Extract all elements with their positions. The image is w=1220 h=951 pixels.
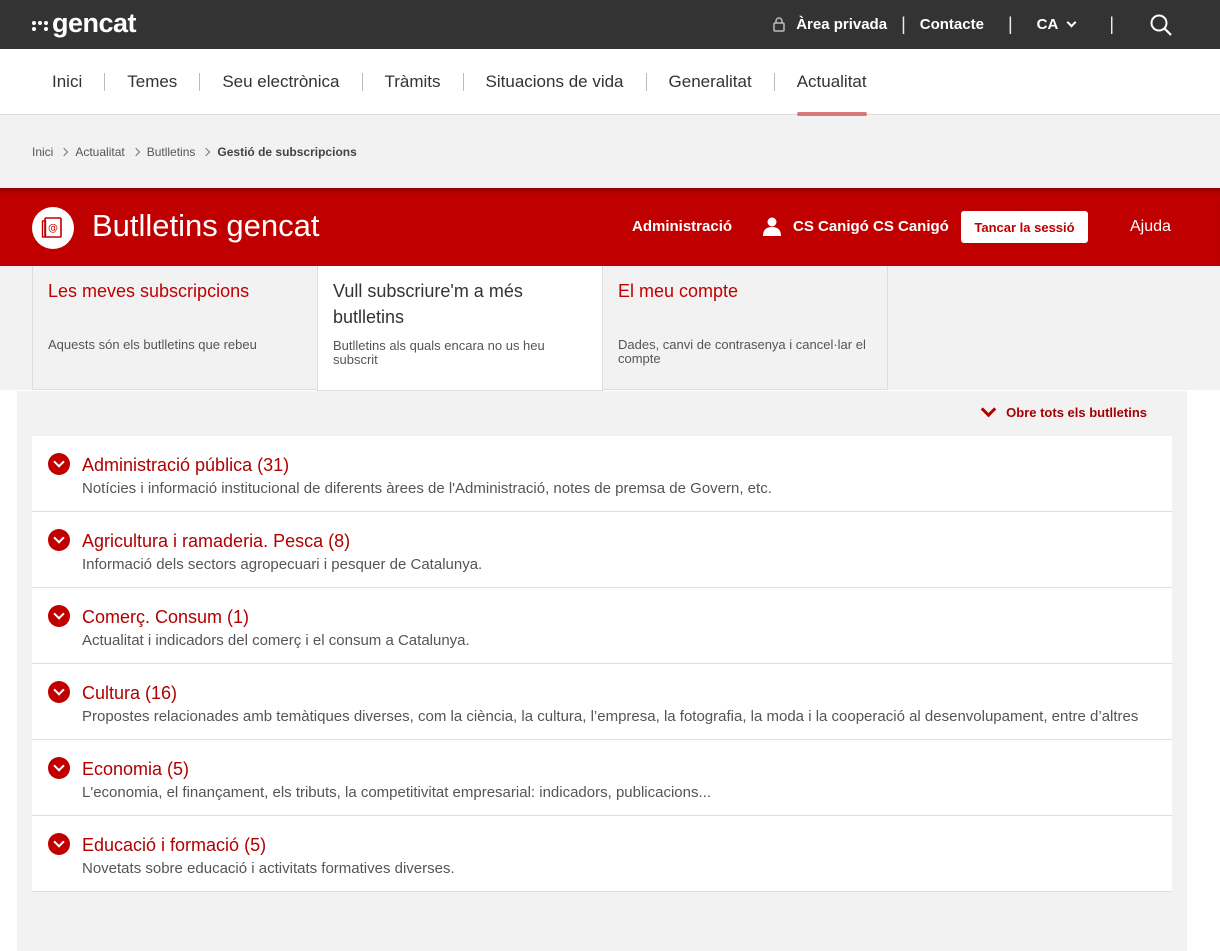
category-title[interactable]: Educació i formació (5) <box>82 833 1156 857</box>
nav-item-inici[interactable]: Inici <box>30 49 104 115</box>
separator: | <box>1007 14 1013 34</box>
contact-link[interactable]: Contacte <box>920 16 984 33</box>
top-links: Àrea privada | Contacte | CA | <box>772 0 1220 49</box>
category-item[interactable]: Administració pública (31) Notícies i in… <box>32 436 1172 512</box>
breadcrumb-actualitat[interactable]: Actualitat <box>75 145 124 159</box>
category-item[interactable]: Comerç. Consum (1) Actualitat i indicado… <box>32 588 1172 664</box>
nav-item-tramits[interactable]: Tràmits <box>363 49 463 115</box>
category-item[interactable]: Economia (5) L'economia, el finançament,… <box>32 740 1172 816</box>
tab-title: Les meves subscripcions <box>48 281 250 301</box>
expand-circle-icon[interactable] <box>48 605 70 627</box>
category-description: Propostes relacionades amb temàtiques di… <box>82 708 1139 725</box>
tab-title: Vull subscriure'm a més butlletins <box>333 281 523 327</box>
nav-item-temes[interactable]: Temes <box>105 49 199 115</box>
separator: | <box>901 14 906 34</box>
search-icon <box>1150 14 1172 36</box>
breadcrumb-inici[interactable]: Inici <box>32 145 53 159</box>
category-item[interactable]: Agricultura i ramaderia. Pesca (8) Infor… <box>32 512 1172 588</box>
language-selector[interactable]: CA <box>1036 16 1077 33</box>
chevron-down-icon <box>1066 17 1077 28</box>
category-title[interactable]: Agricultura i ramaderia. Pesca (8) <box>82 529 1156 553</box>
user-profile[interactable]: CS Canigó CS Canigó <box>762 216 949 236</box>
tab-my-subscriptions[interactable]: Les meves subscripcions Aquests són els … <box>32 266 318 390</box>
expand-circle-icon[interactable] <box>48 453 70 475</box>
administration-link[interactable]: Administració <box>632 218 732 235</box>
expand-circle-icon[interactable] <box>48 681 70 703</box>
newsletter-categories-panel: Obre tots els butlletins Administració p… <box>17 391 1187 951</box>
category-description: Informació dels sectors agropecuari i pe… <box>82 556 483 573</box>
lock-icon <box>773 17 785 32</box>
expand-all-button[interactable]: Obre tots els butlletins <box>980 401 1147 420</box>
breadcrumb-current: Gestió de subscripcions <box>217 144 357 159</box>
svg-text:@: @ <box>48 223 58 234</box>
tab-description: Aquests són els butlletins que rebeu <box>48 337 257 352</box>
expand-all-label: Obre tots els butlletins <box>1006 405 1147 420</box>
gencat-logo[interactable]: gencat <box>32 8 137 39</box>
private-area-link[interactable]: Àrea privada <box>772 16 887 33</box>
tab-subscribe-more[interactable]: Vull subscriure'm a més butlletins Butll… <box>317 266 603 391</box>
help-link[interactable]: Ajuda <box>1130 218 1171 236</box>
category-description: Novetats sobre educació i activitats for… <box>82 860 455 877</box>
top-bar: gencat Àrea privada | Contacte | CA | <box>0 0 1220 49</box>
page-title: Butlletins gencat <box>92 208 320 243</box>
expand-circle-icon[interactable] <box>48 833 70 855</box>
breadcrumb-butlletins[interactable]: Butlletins <box>147 145 196 159</box>
language-label: CA <box>1036 16 1059 33</box>
logo-dots-icon <box>32 20 48 31</box>
search-button[interactable] <box>1150 14 1172 36</box>
nav-item-generalitat[interactable]: Generalitat <box>647 49 774 115</box>
chevron-down-icon <box>980 401 997 418</box>
tab-description: Butlletins als quals encara no us heu su… <box>333 338 545 367</box>
category-title[interactable]: Economia (5) <box>82 757 1156 781</box>
user-icon <box>763 217 781 236</box>
user-name: CS Canigó CS Canigó <box>793 217 949 235</box>
chevron-right-icon <box>131 147 140 156</box>
subscription-tabs: Les meves subscripcions Aquests són els … <box>0 266 1220 391</box>
expand-circle-icon[interactable] <box>48 529 70 551</box>
category-description: L'economia, el finançament, els tributs,… <box>82 784 711 801</box>
separator: | <box>1109 14 1114 34</box>
logout-button[interactable]: Tancar la sessió <box>961 211 1088 243</box>
main-nav: Inici Temes Seu electrònica Tràmits Situ… <box>0 49 1220 116</box>
category-list: Administració pública (31) Notícies i in… <box>32 436 1172 892</box>
tab-description: Dades, canvi de contrasenya i cancel·lar… <box>618 337 866 366</box>
category-title[interactable]: Comerç. Consum (1) <box>82 605 1156 629</box>
category-item[interactable]: Educació i formació (5) Novetats sobre e… <box>32 816 1172 892</box>
category-description: Notícies i informació institucional de d… <box>82 480 772 497</box>
logo-text: gencat <box>52 8 137 38</box>
butlletins-header: @ Butlletins gencat Administració CS Can… <box>0 188 1220 266</box>
nav-item-actualitat[interactable]: Actualitat <box>775 49 889 116</box>
category-title[interactable]: Administració pública (31) <box>82 453 1156 477</box>
tab-title: El meu compte <box>618 281 739 301</box>
chevron-right-icon <box>60 147 69 156</box>
nav-item-situacions-de-vida[interactable]: Situacions de vida <box>464 49 646 115</box>
category-title[interactable]: Cultura (16) <box>82 681 1156 705</box>
expand-circle-icon[interactable] <box>48 757 70 779</box>
newsletter-icon: @ <box>32 207 74 249</box>
private-area-label: Àrea privada <box>796 16 888 33</box>
breadcrumb: Inici Actualitat Butlletins Gestió de su… <box>0 115 1220 188</box>
nav-item-seu-electronica[interactable]: Seu electrònica <box>200 49 361 115</box>
category-description: Actualitat i indicadors del comerç i el … <box>82 632 470 649</box>
category-item[interactable]: Cultura (16) Propostes relacionades amb … <box>32 664 1172 740</box>
chevron-right-icon <box>202 147 211 156</box>
tab-my-account[interactable]: El meu compte Dades, canvi de contraseny… <box>602 266 888 390</box>
